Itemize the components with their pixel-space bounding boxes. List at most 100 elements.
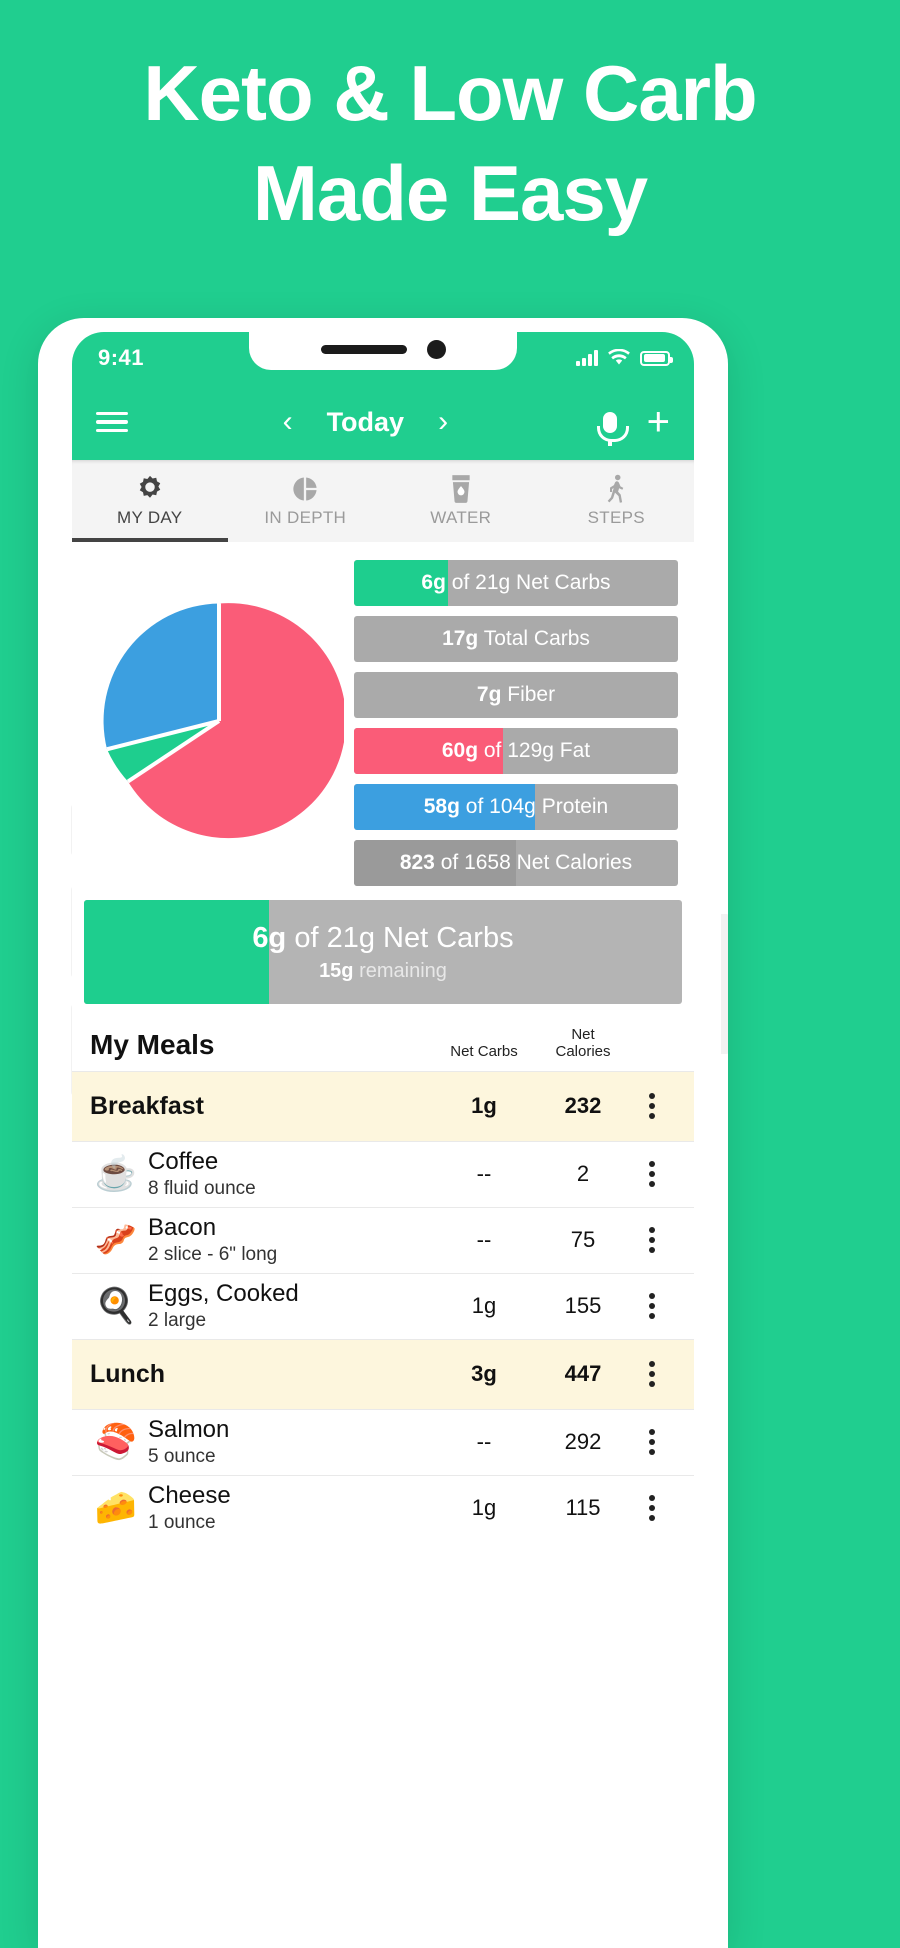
cheese-icon: 🧀 (94, 1489, 138, 1527)
kebab-menu-icon[interactable] (626, 1227, 678, 1253)
kebab-menu-icon[interactable] (626, 1093, 678, 1119)
food-net-carbs: -- (476, 1161, 492, 1186)
sun-gear-icon (135, 474, 165, 504)
table-row[interactable]: Breakfast 1g 232 (72, 1070, 694, 1141)
phone-mockup: 9:41 ‹ Today › + MY DAY IN DEPTH WATER S… (38, 318, 862, 1948)
food-name: Salmon (148, 1416, 230, 1444)
bar-connector: of (451, 571, 470, 594)
toolbar-title[interactable]: Today (327, 407, 405, 438)
bar-label: Fiber (507, 683, 556, 706)
bar-text: 823 of 1658 Net Calories (400, 851, 632, 875)
tab-bar: MY DAY IN DEPTH WATER STEPS (72, 460, 694, 542)
tab-my-day[interactable]: MY DAY (72, 460, 228, 542)
column-header-line-2: Calories (555, 1043, 611, 1061)
food-serving: 2 large (148, 1309, 207, 1331)
table-row[interactable]: 🍣 Salmon 5 ounce -- 292 (72, 1408, 694, 1475)
macro-bar-fiber[interactable]: 7g Fiber (354, 672, 678, 718)
column-header-net-carbs: Net Carbs (450, 1043, 518, 1061)
bar-text: 6g of 21g Net Carbs (421, 571, 610, 595)
bar-value: 7g (476, 683, 502, 706)
summary-remaining-text: 15g remaining (319, 960, 447, 983)
table-row[interactable]: 🍳 Eggs, Cooked 2 large 1g 155 (72, 1272, 694, 1339)
status-bar: 9:41 (72, 332, 694, 384)
hamburger-menu-icon[interactable] (96, 407, 128, 438)
summary-main-text: 6g of 21g Net Carbs (252, 922, 513, 955)
kebab-menu-icon[interactable] (626, 1361, 678, 1387)
meals-section: My Meals Net Carbs Net Calories Breakfas… (72, 1026, 694, 1541)
food-net-carbs: 1g (471, 1293, 497, 1318)
bacon-icon: 🥓 (94, 1221, 138, 1259)
chevron-left-icon[interactable]: ‹ (283, 407, 293, 437)
bar-text: 7g Fiber (477, 683, 555, 707)
food-info: Coffee 8 fluid ounce (148, 1148, 428, 1200)
macro-bar-fat[interactable]: 60g of 129g Fat (354, 728, 678, 774)
table-row[interactable]: Lunch 3g 447 (72, 1338, 694, 1409)
phone-screen: 9:41 ‹ Today › + MY DAY IN DEPTH WATER S… (72, 332, 694, 1948)
food-calories: 75 (570, 1227, 596, 1252)
salmon-icon: 🍣 (94, 1423, 138, 1461)
status-time: 9:41 (98, 345, 145, 370)
dashboard-top: 6g of 21g Net Carbs 17g Total Carbs 7g F… (72, 556, 694, 886)
kebab-menu-icon[interactable] (626, 1161, 678, 1187)
food-info: Salmon 5 ounce (148, 1416, 428, 1468)
macro-bar-net-carbs[interactable]: 6g of 21g Net Carbs (354, 560, 678, 606)
bar-label: Total Carbs (483, 627, 590, 650)
tab-label: STEPS (587, 508, 645, 527)
pie-chart-icon (291, 474, 319, 504)
column-header-line-1: Net (571, 1026, 595, 1043)
bar-value: 6g (421, 571, 446, 594)
dashboard: 6g of 21g Net Carbs 17g Total Carbs 7g F… (72, 542, 694, 1541)
bar-target: 129g (507, 739, 554, 762)
column-header-net-calories: Net Calories (540, 1026, 626, 1061)
macro-bar-net-calories[interactable]: 823 of 1658 Net Calories (354, 840, 678, 886)
food-info: Eggs, Cooked 2 large (148, 1280, 428, 1332)
status-indicators (576, 349, 673, 367)
bar-value: 60g (441, 739, 479, 762)
tab-label: MY DAY (117, 508, 183, 527)
food-name: Coffee (148, 1148, 219, 1176)
wifi-icon (608, 349, 630, 365)
kebab-menu-icon[interactable] (626, 1293, 678, 1319)
macro-bar-protein[interactable]: 58g of 104g Protein (354, 784, 678, 830)
phone-power-button (721, 914, 728, 1054)
tab-steps[interactable]: STEPS (539, 460, 695, 542)
food-net-carbs: 1g (471, 1495, 497, 1520)
plus-icon[interactable]: + (647, 402, 670, 442)
summary-fill (84, 900, 270, 1004)
food-name: Eggs, Cooked (148, 1280, 299, 1308)
summary-connector: of (294, 921, 319, 954)
food-info: Bacon 2 slice - 6" long (148, 1214, 428, 1266)
coffee-icon: ☕ (94, 1155, 138, 1193)
food-serving: 2 slice - 6" long (148, 1243, 278, 1265)
bar-connector: of (483, 739, 502, 762)
table-row[interactable]: 🧀 Cheese 1 ounce 1g 115 (72, 1474, 694, 1541)
meals-header: My Meals Net Carbs Net Calories (72, 1026, 694, 1071)
food-calories: 115 (565, 1495, 601, 1520)
table-row[interactable]: 🥓 Bacon 2 slice - 6" long -- 75 (72, 1206, 694, 1273)
kebab-menu-icon[interactable] (626, 1429, 678, 1455)
tab-label: WATER (430, 508, 492, 527)
microphone-icon[interactable] (596, 411, 629, 446)
bar-label: Fat (559, 739, 591, 762)
meal-name: Breakfast (90, 1091, 204, 1120)
food-info: Cheese 1 ounce (148, 1482, 428, 1534)
bar-target: 21g (475, 571, 511, 594)
pie-chart-svg (103, 603, 344, 839)
toolbar-actions: + (596, 402, 670, 446)
summary-target: 21g (326, 921, 375, 954)
summary-remaining-label: remaining (359, 959, 447, 982)
macro-pie-chart[interactable] (84, 556, 354, 886)
chevron-right-icon[interactable]: › (438, 407, 448, 437)
food-serving: 5 ounce (148, 1445, 216, 1467)
meal-calories: 232 (564, 1093, 602, 1118)
kebab-menu-icon[interactable] (626, 1495, 678, 1521)
bar-label: Net Calories (516, 851, 633, 874)
meal-net-carbs: 1g (471, 1093, 497, 1118)
net-carbs-summary-bar[interactable]: 6g of 21g Net Carbs 15g remaining (84, 900, 682, 1004)
meal-name: Lunch (90, 1359, 165, 1388)
macro-bar-total-carbs[interactable]: 17g Total Carbs (354, 616, 678, 662)
tab-water[interactable]: WATER (383, 460, 539, 542)
table-row[interactable]: ☕ Coffee 8 fluid ounce -- 2 (72, 1140, 694, 1207)
tab-in-depth[interactable]: IN DEPTH (228, 460, 384, 542)
bar-label: Net Carbs (516, 571, 611, 594)
